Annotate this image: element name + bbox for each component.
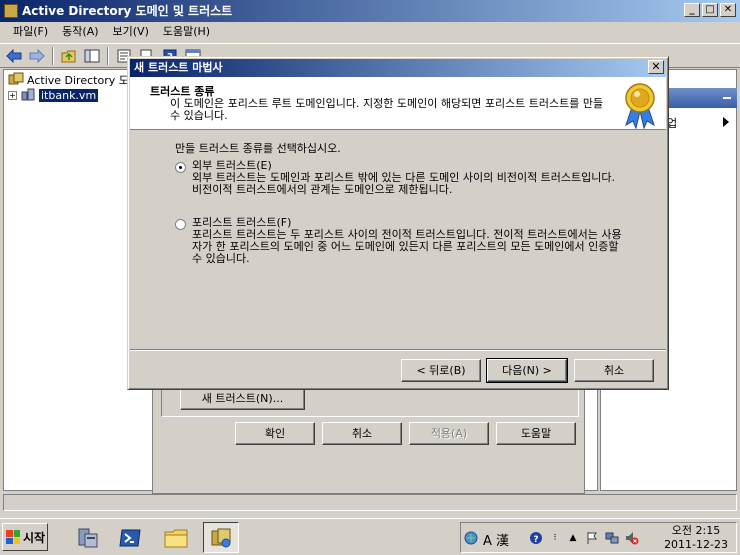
toolbar-separator: [52, 46, 54, 65]
wizard-body: 만들 트러스트 종류를 선택하십시오. 외부 트러스트(E) 외부 트러스트는 …: [130, 131, 666, 348]
option-forest-trust[interactable]: 포리스트 트러스트(F) 포리스트 트러스트는 두 포리스트 사이의 전이적 트…: [175, 217, 622, 265]
svg-text:?: ?: [533, 535, 538, 545]
wizard-title-bar[interactable]: 새 트러스트 마법사: [130, 59, 666, 77]
ime-options-icon[interactable]: ⁝: [547, 530, 563, 546]
ad-domains-app-icon: [4, 4, 18, 18]
main-title-bar[interactable]: Active Directory 도메인 및 트러스트: [0, 0, 740, 22]
close-button[interactable]: ✕: [720, 3, 736, 17]
tree-item-domain[interactable]: + itbank.vm: [8, 87, 99, 104]
minimize-button[interactable]: _: [684, 3, 700, 17]
forest-trust-radio[interactable]: [175, 219, 186, 230]
option-external-trust[interactable]: 외부 트러스트(E) 외부 트러스트는 도메인과 포리스트 밖에 있는 다른 도…: [175, 160, 622, 196]
next-button[interactable]: 다음(N) >: [486, 358, 568, 383]
show-hidden-icons-icon[interactable]: ▲: [565, 530, 581, 546]
expand-plus-icon[interactable]: +: [8, 90, 17, 100]
wizard-header: 트러스트 종류 이 도메인은 포리스트 루트 도메인입니다. 지정한 도메인이 …: [130, 77, 666, 130]
toolbar-separator: [107, 46, 109, 65]
menu-bar: 파일(F) 동작(A) 보기(V) 도움말(H): [0, 22, 740, 42]
forest-trust-description: 포리스트 트러스트는 두 포리스트 사이의 전이적 트러스트입니다. 전이적 트…: [192, 228, 622, 265]
start-label: 시작: [23, 530, 46, 545]
status-bar: [3, 494, 737, 511]
clock-date: 2011-12-23: [664, 538, 728, 551]
ok-button[interactable]: 확인: [235, 422, 315, 445]
show-hide-tree-icon[interactable]: [82, 46, 102, 65]
menu-help[interactable]: 도움말(H): [156, 22, 217, 42]
menu-file[interactable]: 파일(F): [6, 22, 55, 42]
forward-arrow-icon[interactable]: [27, 46, 47, 65]
collapse-arrow-icon[interactable]: [721, 91, 733, 106]
clock-time: 오전 2:15: [671, 524, 721, 537]
system-tray: A 漢 ? ⁝ ▲ 오전 2:15 2011-12-23: [460, 522, 737, 553]
server-manager-icon[interactable]: [70, 522, 106, 553]
windows-logo-icon: [6, 530, 20, 544]
wizard-title: 새 트러스트 마법사: [134, 61, 223, 74]
external-trust-description: 외부 트러스트는 도메인과 포리스트 밖에 있는 다른 도메인 사이의 비전이적…: [192, 171, 616, 196]
cancel-button[interactable]: 취소: [322, 422, 402, 445]
apply-button[interactable]: 적용(A): [409, 422, 489, 445]
ime-help-icon[interactable]: ?: [528, 530, 544, 546]
clock[interactable]: 오전 2:15 2011-12-23: [664, 524, 728, 552]
network-icon[interactable]: [604, 530, 620, 546]
tree-item-domain-label: itbank.vm: [39, 88, 99, 102]
wizard-separator: [130, 349, 666, 351]
domain-icon: [20, 87, 36, 104]
start-button[interactable]: 시작: [2, 523, 48, 551]
menu-view[interactable]: 보기(V): [106, 22, 156, 42]
volume-muted-icon[interactable]: [624, 530, 640, 546]
menu-action[interactable]: 동작(A): [55, 22, 105, 42]
taskbar: 시작 A 漢 ? ⁝ ▲ 오전 2:15 2011-12-23: [0, 518, 740, 555]
ime-mode-indicator[interactable]: A 漢: [483, 530, 509, 549]
ad-domains-task-icon[interactable]: [203, 522, 239, 553]
tree-item-root-label: Active Directory 도메: [27, 74, 139, 87]
domain-properties-dialog: 새 트러스트(N)... 확인 취소 적용(A) 도움말: [152, 381, 585, 494]
explorer-folder-icon[interactable]: [158, 522, 194, 553]
submenu-arrow-icon[interactable]: [723, 117, 729, 130]
wizard-cancel-button[interactable]: 취소: [574, 359, 654, 382]
powershell-icon[interactable]: [112, 522, 148, 553]
new-trust-wizard: 새 트러스트 마법사 ✕ 트러스트 종류 이 도메인은 포리스트 루트 도메인입…: [127, 56, 669, 390]
up-folder-icon[interactable]: [59, 46, 79, 65]
maximize-button[interactable]: □: [702, 3, 718, 17]
action-center-flag-icon[interactable]: [584, 530, 600, 546]
window-title: Active Directory 도메인 및 트러스트: [22, 4, 233, 18]
back-button[interactable]: < 뒤로(B): [401, 359, 481, 382]
new-trust-button[interactable]: 새 트러스트(N)...: [180, 387, 305, 410]
trust-type-prompt: 만들 트러스트 종류를 선택하십시오.: [175, 142, 341, 155]
back-arrow-icon[interactable]: [4, 46, 24, 65]
language-bar-icon[interactable]: [463, 530, 479, 546]
external-trust-radio[interactable]: [175, 162, 186, 173]
window-controls: _ □ ✕: [684, 3, 736, 17]
wizard-close-button[interactable]: ✕: [648, 60, 664, 74]
help-button[interactable]: 도움말: [496, 422, 576, 445]
wizard-header-description: 이 도메인은 포리스트 루트 도메인입니다. 지정한 도메인이 해당되면 포리스…: [170, 97, 604, 122]
trust-medal-icon: [620, 81, 660, 130]
